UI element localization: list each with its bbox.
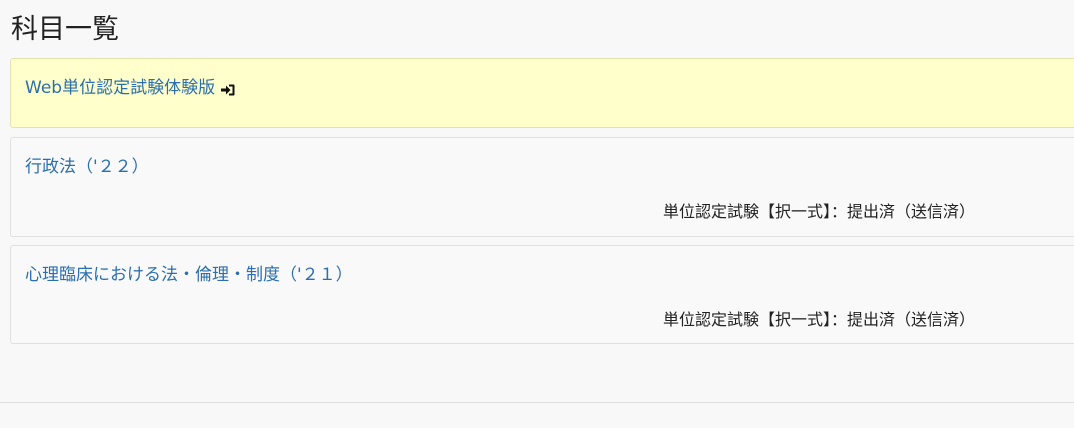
sign-in-icon (221, 81, 235, 96)
course-link-trial[interactable]: Web単位認定試験体験版 (25, 73, 235, 98)
footer-divider (0, 402, 1074, 403)
course-card-trial: Web単位認定試験体験版 (10, 58, 1074, 128)
exam-status: 単位認定試験【択一式】：提出済（送信済） (663, 202, 976, 221)
page-title: 科目一覧 (11, 14, 119, 45)
course-link[interactable]: 行政法（'２２） (25, 152, 149, 177)
course-card: 心理臨床における法・倫理・制度（'２１） 単位認定試験【択一式】：提出済（送信済… (10, 245, 1074, 344)
course-name: Web単位認定試験体験版 (25, 78, 216, 98)
exam-status: 単位認定試験【択一式】：提出済（送信済） (663, 310, 976, 329)
course-card: 行政法（'２２） 単位認定試験【択一式】：提出済（送信済） (10, 137, 1074, 237)
course-link[interactable]: 心理臨床における法・倫理・制度（'２１） (25, 260, 353, 285)
course-list-page: 科目一覧 Web単位認定試験体験版 行政法（'２２） 単位認定試験【択一式】：提… (0, 0, 1074, 428)
